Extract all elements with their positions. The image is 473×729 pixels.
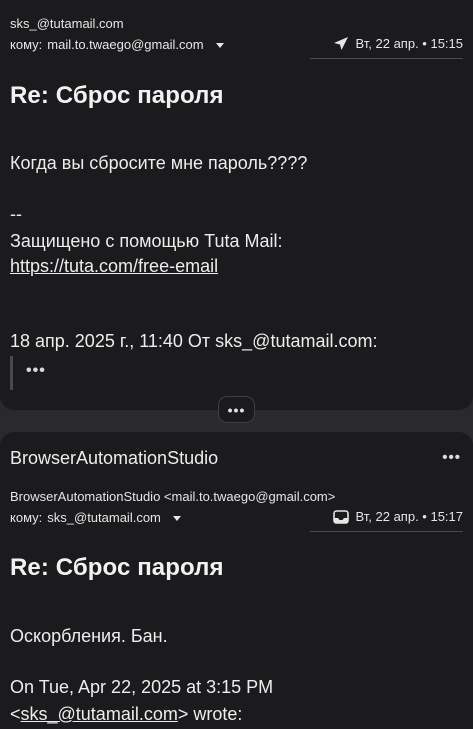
chevron-down-icon[interactable]	[215, 43, 224, 48]
quoted-sender-link[interactable]: sks_@tutamail.com	[21, 704, 178, 724]
message-meta: Вт, 22 апр. • 15:17	[332, 509, 463, 524]
signature-separator: --	[10, 204, 22, 224]
quote-header: 18 апр. 2025 г., 11:40 От sks_@tutamail.…	[10, 331, 378, 351]
header-divider	[310, 58, 463, 59]
recipient-address: mail.to.twaego@gmail.com	[47, 37, 204, 52]
message-date: Вт, 22 апр. • 15:17	[355, 509, 463, 524]
quote-bar	[10, 356, 13, 390]
show-quoted-text-button[interactable]: •••	[26, 362, 46, 380]
recipient-label: кому:	[10, 510, 43, 525]
recipient-label: кому:	[10, 37, 43, 52]
chevron-down-icon[interactable]	[172, 516, 181, 521]
more-options-button[interactable]: •••	[442, 449, 461, 466]
sender-address: BrowserAutomationStudio <mail.to.twaego@…	[10, 489, 336, 504]
header-divider	[310, 531, 463, 532]
sent-arrow-icon	[333, 37, 348, 50]
signature-text: Защищено с помощью Tuta Mail:	[10, 231, 283, 251]
recipient-address: sks_@tutamail.com	[47, 510, 161, 525]
quote-attribution-email-line: <sks_@tutamail.com> wrote:	[10, 702, 242, 726]
sender-address: sks_@tutamail.com	[10, 16, 124, 31]
recipient-row[interactable]: кому: mail.to.twaego@gmail.com	[10, 37, 224, 52]
mail-thread-view: sks_@tutamail.com кому: mail.to.twaego@g…	[0, 0, 473, 729]
body-text: Оскорбления. Бан.	[10, 626, 168, 646]
message-card-1[interactable]: sks_@tutamail.com кому: mail.to.twaego@g…	[0, 0, 473, 410]
body-text: Когда вы сбросите мне пароль????	[10, 153, 308, 173]
sender-name: BrowserAutomationStudio	[10, 448, 219, 468]
message-subject: Re: Сброс пароля	[10, 82, 224, 109]
wrote-label: > wrote:	[177, 704, 243, 724]
recipient-row[interactable]: кому: sks_@tutamail.com	[10, 510, 181, 525]
message-meta: Вт, 22 апр. • 15:15	[333, 36, 463, 51]
message-date: Вт, 22 апр. • 15:15	[355, 36, 463, 51]
signature-link[interactable]: https://tuta.com/free-email	[10, 254, 218, 278]
inbox-tray-icon	[332, 509, 349, 524]
message-subject: Re: Сброс пароля	[10, 554, 224, 581]
quote-attribution: On Tue, Apr 22, 2025 at 3:15 PM	[10, 677, 274, 697]
message-card-2[interactable]: BrowserAutomationStudio ••• BrowserAutom…	[0, 432, 473, 729]
angle-open: <	[10, 704, 21, 724]
expand-thread-button[interactable]: •••	[218, 396, 255, 423]
